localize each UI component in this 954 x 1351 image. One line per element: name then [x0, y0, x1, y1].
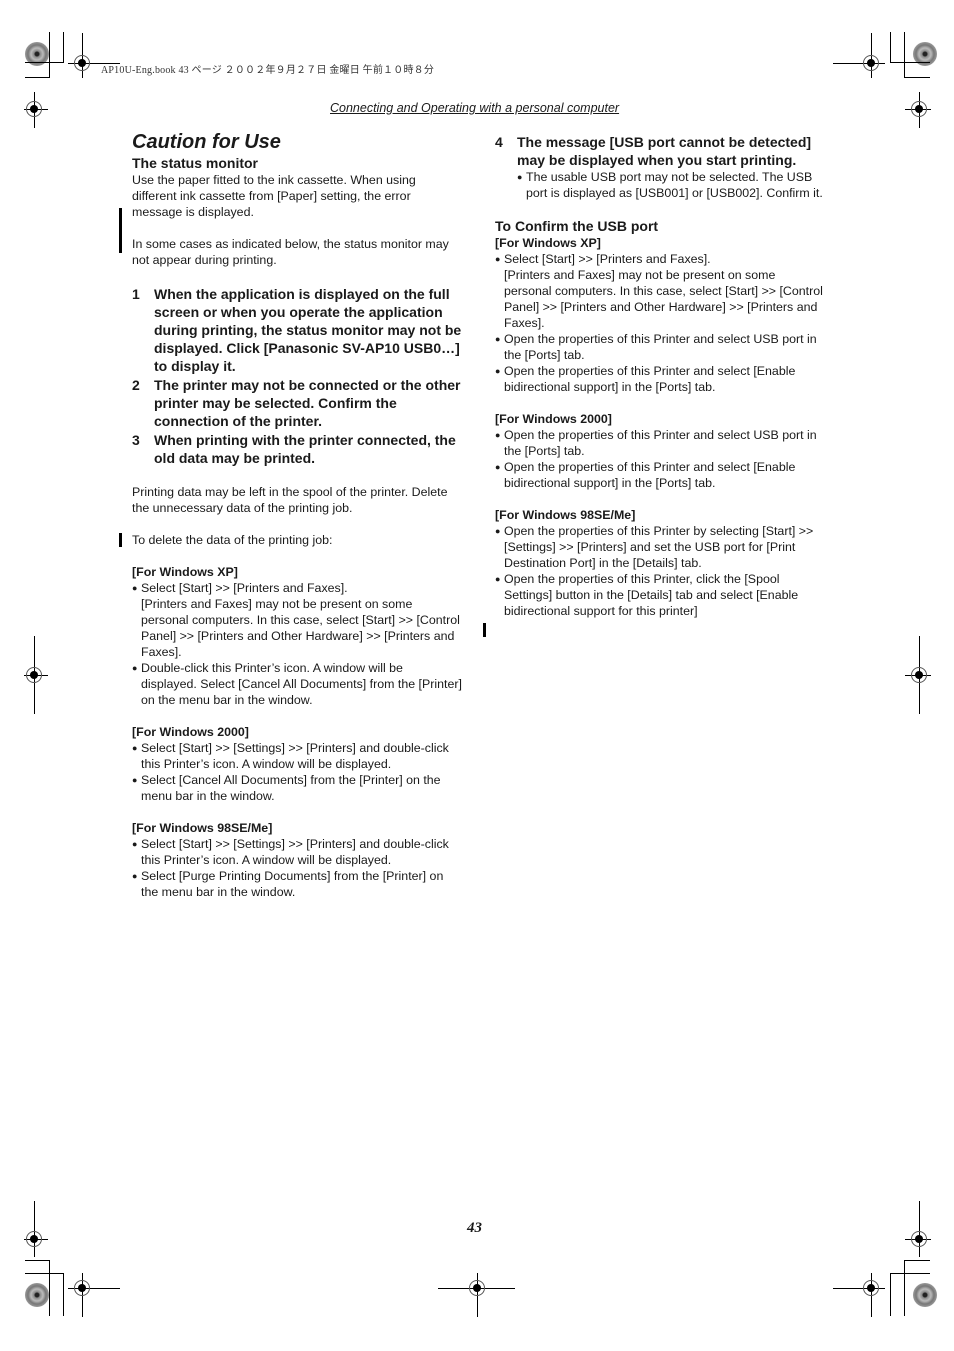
- change-bar: [119, 533, 122, 547]
- os-heading: [For Windows 2000]: [495, 412, 612, 426]
- os-group-98se-me: [For Windows 98SE/Me] ● Open the propert…: [495, 507, 825, 619]
- bullet-item: ● Select [Purge Printing Documents] from…: [132, 868, 462, 900]
- bullet-text: Select [Cancel All Documents] from the […: [141, 773, 441, 803]
- bullet-icon: ●: [495, 574, 501, 584]
- bullet-item: ● Open the properties of this Printer by…: [495, 523, 825, 571]
- os-group-2000: [For Windows 2000] ● Open the properties…: [495, 411, 825, 491]
- change-bar: [483, 623, 486, 637]
- numbered-item: 3 When printing with the printer connect…: [132, 431, 462, 467]
- bullet-item: ● Select [Cancel All Documents] from the…: [132, 772, 462, 804]
- status-monitor-paragraph: In some cases as indicated below, the st…: [132, 237, 449, 267]
- item-number: 4: [495, 134, 503, 150]
- color-target-icon: [913, 1283, 937, 1307]
- bullet-text: Open the properties of this Printer by s…: [504, 524, 814, 570]
- item-text: The printer may not be connected or the …: [154, 377, 461, 429]
- numbered-item: 2 The printer may not be connected or th…: [132, 376, 462, 430]
- registration-mark-icon: [26, 667, 42, 683]
- os-heading: [For Windows 98SE/Me]: [132, 821, 273, 835]
- bullet-item: ● Open the properties of this Printer an…: [495, 459, 825, 491]
- status-monitor-paragraph: Use the paper fitted to the ink cassette…: [132, 173, 416, 219]
- bullet-item: ● Select [Start] >> [Settings] >> [Print…: [132, 836, 462, 868]
- item-text: When the application is displayed on the…: [154, 286, 462, 374]
- registration-mark-icon: [863, 1280, 879, 1296]
- color-target-icon: [25, 1283, 49, 1307]
- section-header: Connecting and Operating with a personal…: [330, 101, 620, 115]
- bullet-item: ● Select [Start] >> [Printers and Faxes]…: [132, 580, 462, 660]
- registration-mark-icon: [74, 55, 90, 71]
- bullet-item: ● Open the properties of this Printer an…: [495, 427, 825, 459]
- registration-mark-icon: [911, 667, 927, 683]
- bullet-text: Select [Start] >> [Settings] >> [Printer…: [141, 741, 449, 771]
- bullet-item: ● The usable USB port may not be selecte…: [517, 169, 825, 201]
- bullet-text: Select [Start] >> [Printers and Faxes]. …: [141, 581, 460, 659]
- right-column: 4 The message [USB port cannot be detect…: [495, 130, 825, 619]
- bullet-text: The usable USB port may not be selected.…: [526, 170, 823, 200]
- bullet-item: ● Open the properties of this Printer an…: [495, 363, 825, 395]
- bullet-icon: ●: [495, 430, 501, 440]
- bullet-icon: ●: [495, 526, 501, 536]
- bullet-item: ● Double-click this Printer’s icon. A wi…: [132, 660, 462, 708]
- registration-mark-icon: [911, 101, 927, 117]
- bullet-icon: ●: [132, 583, 138, 593]
- bullet-icon: ●: [495, 366, 501, 376]
- item-number: 3: [132, 432, 140, 448]
- registration-mark-icon: [26, 1231, 42, 1247]
- bullet-text: Open the properties of this Printer and …: [504, 460, 796, 490]
- bullet-text: Select [Start] >> [Settings] >> [Printer…: [141, 837, 449, 867]
- bullet-item: ● Select [Start] >> [Printers and Faxes]…: [495, 251, 825, 331]
- item-text: The message [USB port cannot be detected…: [517, 134, 812, 168]
- os-heading: [For Windows 98SE/Me]: [495, 508, 636, 522]
- page-number: 43: [467, 1220, 482, 1236]
- os-heading: [For Windows XP]: [132, 565, 238, 579]
- bullet-icon: ●: [132, 839, 138, 849]
- item-number: 1: [132, 286, 140, 302]
- bullet-icon: ●: [495, 462, 501, 472]
- registration-mark-icon: [469, 1280, 485, 1296]
- bullet-icon: ●: [132, 663, 138, 673]
- item-text: When printing with the printer connected…: [154, 432, 456, 466]
- print-slug: AP10U-Eng.book 43 ページ ２００２年９月２７日 金曜日 午前１…: [101, 65, 435, 76]
- bullet-icon: ●: [517, 172, 523, 182]
- bullet-text: Open the properties of this Printer and …: [504, 364, 796, 394]
- os-group-2000: [For Windows 2000] ● Select [Start] >> […: [132, 724, 462, 804]
- bullet-icon: ●: [132, 871, 138, 881]
- bullet-text: Open the properties of this Printer and …: [504, 428, 817, 458]
- numbered-item: 4 The message [USB port cannot be detect…: [495, 133, 825, 169]
- bullet-icon: ●: [495, 254, 501, 264]
- registration-mark-icon: [26, 101, 42, 117]
- os-group-xp: [For Windows XP] ● Select [Start] >> [Pr…: [132, 564, 462, 708]
- os-heading: [For Windows XP]: [495, 236, 601, 250]
- left-column: Caution for Use The status monitor Use t…: [132, 130, 462, 900]
- bullet-text: Double-click this Printer’s icon. A wind…: [141, 661, 462, 707]
- registration-mark-icon: [74, 1280, 90, 1296]
- bullet-item: ● Select [Start] >> [Settings] >> [Print…: [132, 740, 462, 772]
- registration-mark-icon: [911, 1231, 927, 1247]
- numbered-item: 1 When the application is displayed on t…: [132, 285, 462, 375]
- bullet-text: Open the properties of this Printer and …: [504, 332, 817, 362]
- bullet-icon: ●: [132, 775, 138, 785]
- delete-intro: To delete the data of the printing job:: [132, 533, 333, 547]
- bullet-item: ● Open the properties of this Printer, c…: [495, 571, 825, 619]
- confirm-usb-heading: To Confirm the USB port: [495, 218, 659, 234]
- bullet-icon: ●: [132, 743, 138, 753]
- page-title: Caution for Use: [132, 131, 281, 153]
- change-bar: [119, 208, 122, 253]
- bullet-text: Select [Start] >> [Printers and Faxes]. …: [504, 252, 823, 330]
- os-group-98se-me: [For Windows 98SE/Me] ● Select [Start] >…: [132, 820, 462, 900]
- numbered-list: 1 When the application is displayed on t…: [132, 285, 462, 467]
- os-group-xp: [For Windows XP] ● Select [Start] >> [Pr…: [495, 235, 825, 395]
- registration-mark-icon: [863, 55, 879, 71]
- bullet-item: ● Open the properties of this Printer an…: [495, 331, 825, 363]
- bullet-text: Open the properties of this Printer, cli…: [504, 572, 799, 618]
- bullet-text: Select [Purge Printing Documents] from t…: [141, 869, 444, 899]
- status-monitor-heading: The status monitor: [132, 155, 259, 171]
- spool-paragraph: Printing data may be left in the spool o…: [132, 485, 448, 515]
- bullet-icon: ●: [495, 334, 501, 344]
- os-heading: [For Windows 2000]: [132, 725, 249, 739]
- item-number: 2: [132, 377, 140, 393]
